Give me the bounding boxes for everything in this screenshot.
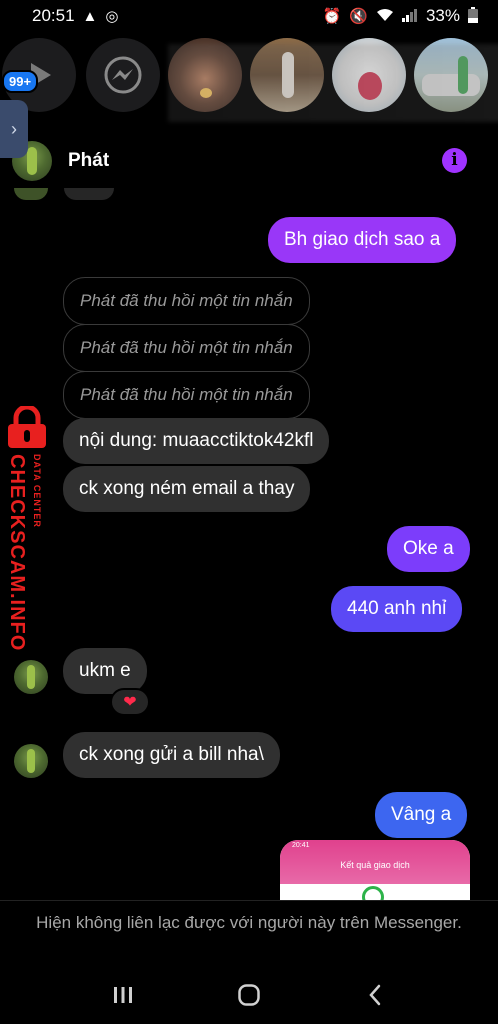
partial-bubble	[64, 188, 114, 200]
system-nav-bar	[0, 966, 498, 1024]
chat-header: Phát i	[0, 134, 498, 188]
status-time: 20:51	[32, 6, 75, 25]
sender-avatar[interactable]	[14, 660, 48, 694]
side-expand-tab[interactable]: ›	[0, 100, 28, 158]
message-bubble-outgoing[interactable]: Bh giao dịch sao a	[268, 217, 457, 263]
message-bubble-incoming[interactable]: ck xong gửi a bill nha\	[63, 732, 280, 778]
chevron-right-icon: ›	[11, 118, 17, 139]
message-bubble-outgoing[interactable]: 440 anh nhỉ	[331, 586, 463, 632]
message-bubble-incoming[interactable]: nội dung: muaacctiktok42kfl	[63, 418, 330, 464]
blurred-overlay	[168, 44, 498, 122]
shared-screenshot-title: Kết quả giao dịch	[340, 860, 410, 870]
unread-badge: 99+	[2, 70, 39, 93]
heart-icon: ❤	[123, 694, 137, 711]
wifi-icon	[376, 8, 394, 25]
signal-icon	[401, 8, 418, 25]
battery-icon	[468, 6, 478, 26]
recalled-message: Phát đã thu hồi một tin nhắn	[63, 371, 310, 419]
messenger-screen: 20:51 ▲ ◎ ⏰ 🔇 33% 99+ › Phát i Bh giao d…	[0, 0, 498, 1024]
unavailable-notice: Hiện không liên lạc được với người này t…	[0, 900, 498, 966]
messenger-logo-icon	[104, 56, 142, 94]
shared-screenshot-header: 20:41 Kết quả giao dịch	[280, 840, 470, 884]
recalled-message: Phát đã thu hồi một tin nhắn	[63, 324, 310, 372]
back-icon	[369, 984, 381, 1006]
recent-apps-button[interactable]	[103, 975, 143, 1015]
mute-icon: 🔇	[349, 7, 368, 25]
recents-icon	[114, 987, 132, 1003]
sender-avatar[interactable]	[14, 744, 48, 778]
warning-icon: ▲	[82, 7, 98, 25]
status-right: ⏰ 🔇 33%	[323, 6, 478, 26]
message-bubble-outgoing[interactable]: Vâng a	[375, 792, 468, 838]
partial-avatar	[14, 188, 48, 200]
messenger-icon: ◎	[105, 7, 119, 25]
status-bar: 20:51 ▲ ◎ ⏰ 🔇 33%	[0, 0, 498, 32]
home-icon	[238, 984, 260, 1006]
message-bubble-incoming[interactable]: ck xong ném email a thay	[63, 466, 311, 512]
shared-screenshot-time: 20:41	[292, 842, 310, 849]
message-list[interactable]: Bh giao dịch sao a Phát đã thu hồi một t…	[0, 188, 498, 900]
story-messenger[interactable]	[86, 38, 160, 112]
message-bubble-outgoing[interactable]: Oke a	[387, 526, 470, 572]
back-button[interactable]	[355, 975, 395, 1015]
heart-reaction[interactable]: ❤	[110, 688, 150, 716]
battery-percent: 33%	[425, 6, 460, 25]
home-button[interactable]	[229, 975, 269, 1015]
contact-name[interactable]: Phát	[68, 150, 109, 172]
shared-screenshot[interactable]: 20:41 Kết quả giao dịch	[280, 840, 470, 900]
status-left: 20:51 ▲ ◎	[32, 6, 119, 26]
info-icon[interactable]: i	[442, 148, 467, 173]
recalled-message: Phát đã thu hồi một tin nhắn	[63, 277, 310, 325]
alarm-icon: ⏰	[322, 7, 342, 25]
check-icon	[362, 886, 384, 900]
